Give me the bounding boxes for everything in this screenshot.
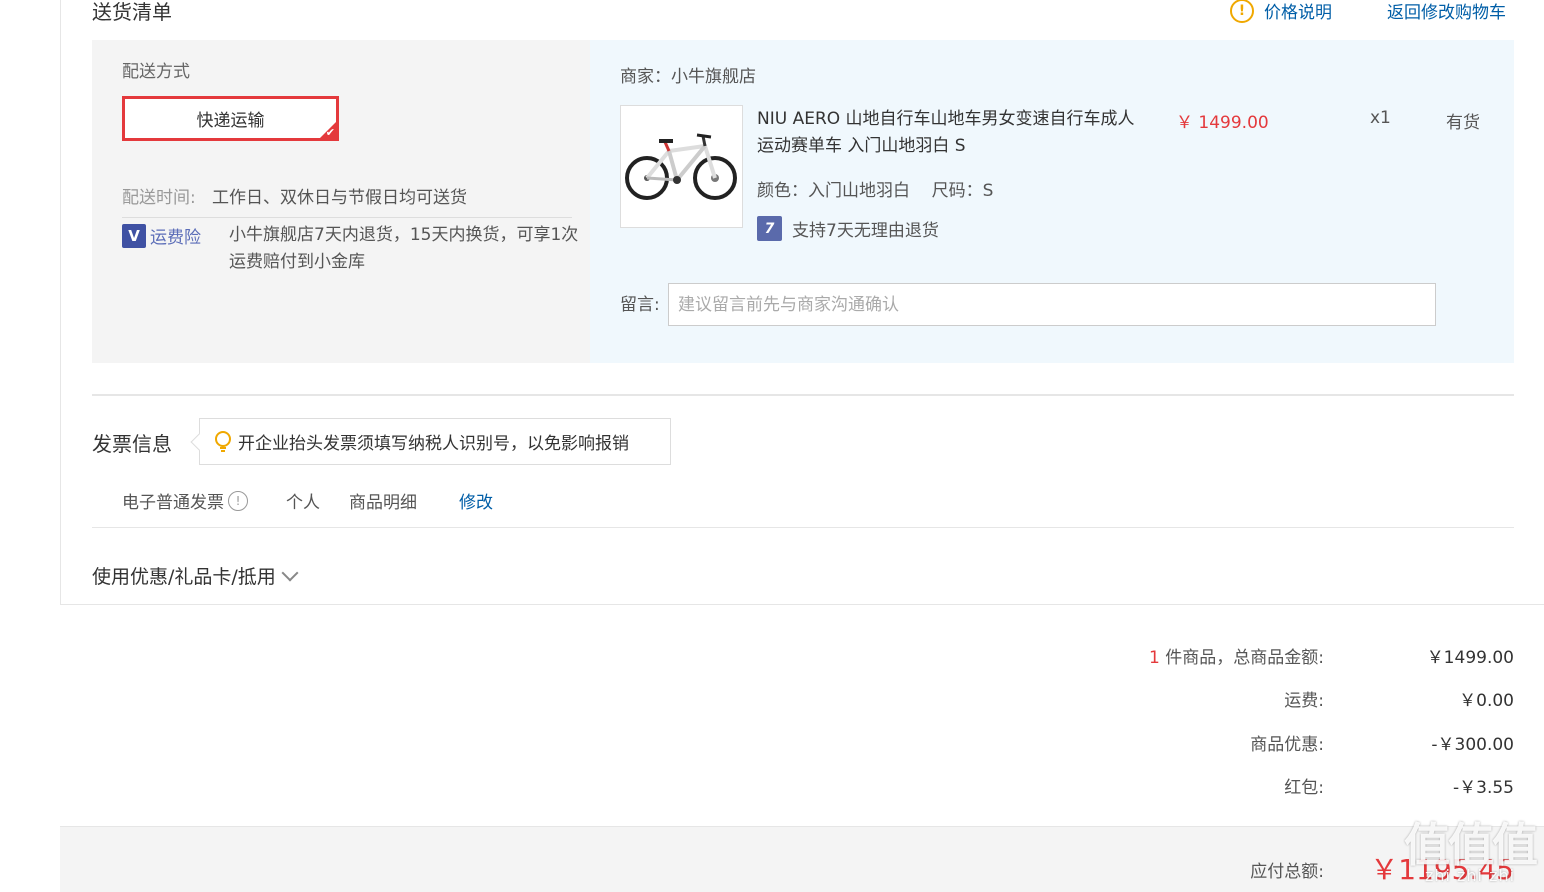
invoice-title-type: 个人 <box>286 493 320 513</box>
lightbulb-icon <box>215 430 231 452</box>
invoice-content: 商品明细 <box>349 493 417 513</box>
divider <box>92 527 1514 528</box>
info-icon[interactable]: ! <box>228 490 248 511</box>
product-price: ￥ 1499.00 <box>1176 113 1269 133</box>
insurance-label: 运费险 <box>150 228 201 248</box>
warning-icon: ! <box>1230 0 1254 23</box>
shipping-insurance-badge: V 运费险 <box>122 223 201 248</box>
red-packet-value: -￥3.55 <box>1453 778 1514 798</box>
total-label: 应付总额: <box>1250 862 1324 882</box>
shield-icon: V <box>122 223 146 248</box>
items-total-value: ￥1499.00 <box>1426 648 1514 668</box>
invoice-tip-text: 开企业抬头发票须填写纳税人识别号，以免影响报销 <box>238 434 629 454</box>
insurance-text: 小牛旗舰店7天内退货，15天内换货，可享1次运费赔付到小金库 <box>229 225 579 272</box>
message-label: 留言: <box>620 295 660 315</box>
shipping-fee-value: ￥0.00 <box>1459 691 1514 711</box>
price-note-link[interactable]: ! 价格说明 <box>1230 0 1332 23</box>
product-quantity: x1 <box>1370 108 1391 128</box>
shipping-fee-label: 运费: <box>1284 691 1324 711</box>
items-total-text: 件商品，总商品金额: <box>1165 648 1324 668</box>
delivery-time-value: 工作日、双休日与节假日均可送货 <box>212 188 467 208</box>
return-policy-badge: 7 支持7天无理由退货 <box>757 216 939 241</box>
coupon-toggle[interactable]: 使用优惠/礼品卡/抵用 <box>92 562 299 589</box>
items-total-label: 1 件商品，总商品金额: <box>1149 643 1324 668</box>
stock-status: 有货 <box>1446 113 1480 133</box>
discount-label: 商品优惠: <box>1250 735 1324 755</box>
merchant-name: 商家：小牛旗舰店 <box>620 67 756 87</box>
watermark-logo: 值值值 zhi zhi zhi <box>1404 818 1538 884</box>
coupon-label: 使用优惠/礼品卡/抵用 <box>92 566 276 588</box>
checkout-page: 送货清单 ! 价格说明 返回修改购物车 配送方式 快递运输 ✔ 配送时间: 工作… <box>0 0 1544 892</box>
invoice-type-label: 电子普通发票 <box>122 493 224 513</box>
price-note-label: 价格说明 <box>1264 3 1332 23</box>
shipping-mode-label: 配送方式 <box>122 62 190 82</box>
invoice-type: 电子普通发票 ! <box>122 488 248 513</box>
product-thumbnail[interactable] <box>620 105 743 228</box>
red-packet-label: 红包: <box>1284 778 1324 798</box>
back-to-cart-link[interactable]: 返回修改购物车 <box>1387 0 1506 23</box>
message-input[interactable] <box>668 283 1436 326</box>
bicycle-icon <box>625 133 737 200</box>
shipping-mode-option-express[interactable]: 快递运输 ✔ <box>122 96 339 141</box>
divider <box>92 394 1514 396</box>
items-count: 1 <box>1149 648 1160 668</box>
seven-day-return-icon: 7 <box>757 216 782 241</box>
invoice-tip: 开企业抬头发票须填写纳税人识别号，以免影响报销 <box>190 418 671 465</box>
return-policy-text: 支持7天无理由退货 <box>792 221 939 241</box>
product-name[interactable]: NIU AERO 山地自行车山地车男女变速自行车成人运动赛单车 入门山地羽白 S <box>757 106 1137 160</box>
check-icon: ✔ <box>325 126 335 139</box>
chevron-down-icon <box>281 564 299 581</box>
section-title: 送货清单 <box>92 0 172 24</box>
divider <box>122 217 572 218</box>
invoice-edit-link[interactable]: 修改 <box>459 488 493 513</box>
watermark-mark: 值值值 <box>1404 818 1538 872</box>
delivery-time-label: 配送时间: <box>122 188 196 208</box>
shipping-mode-value: 快递运输 <box>196 111 265 131</box>
discount-value: -￥300.00 <box>1431 735 1514 755</box>
product-attributes: 颜色：入门山地羽白 尺码：S <box>757 181 994 201</box>
invoice-title: 发票信息 <box>92 432 172 456</box>
